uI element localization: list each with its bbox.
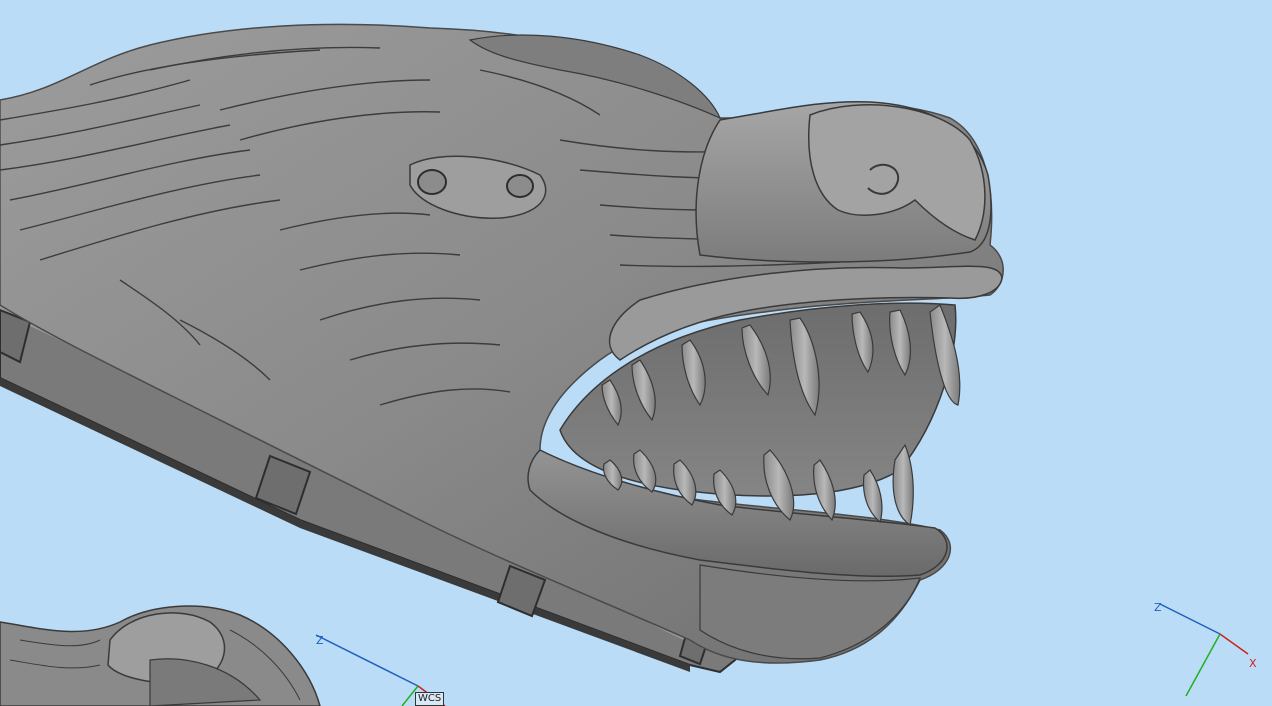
view-y-axis xyxy=(1185,633,1221,697)
model-canvas[interactable]: Z Z X xyxy=(0,0,1272,706)
3d-viewport[interactable]: Z Z X WCS xyxy=(0,0,1272,706)
eye-left xyxy=(417,169,447,195)
view-z-label: Z xyxy=(1154,601,1162,614)
wcs-z-label: Z xyxy=(316,634,324,647)
view-axis-gizmo: Z X xyxy=(1154,601,1257,697)
wcs-badge[interactable]: WCS xyxy=(415,692,445,706)
wcs-z-axis xyxy=(315,634,419,687)
view-x-label: X xyxy=(1249,657,1257,670)
eye-right xyxy=(506,174,534,198)
secondary-model-fragment xyxy=(0,605,321,706)
view-x-axis xyxy=(1219,633,1249,655)
view-z-axis xyxy=(1159,603,1221,635)
